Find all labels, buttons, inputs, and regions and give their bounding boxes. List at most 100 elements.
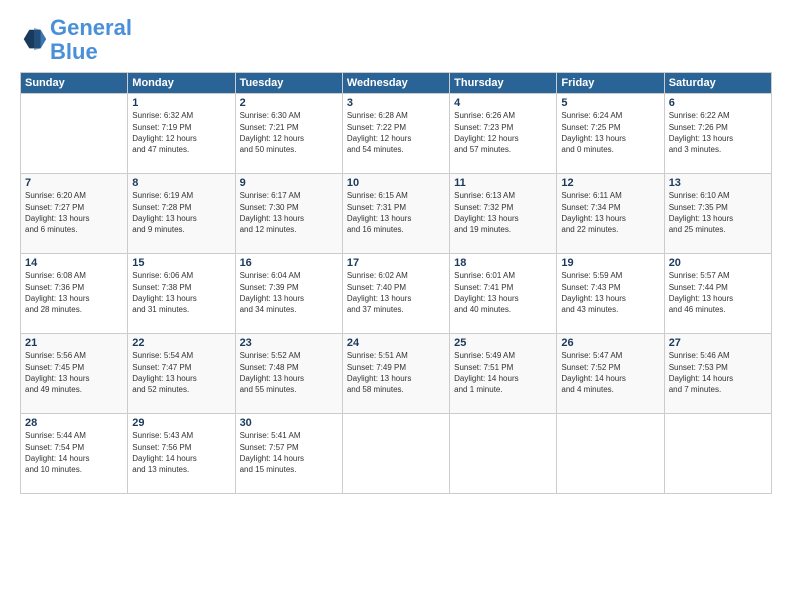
calendar-cell: 13Sunrise: 6:10 AM Sunset: 7:35 PM Dayli… <box>664 174 771 254</box>
calendar-cell: 18Sunrise: 6:01 AM Sunset: 7:41 PM Dayli… <box>450 254 557 334</box>
day-info: Sunrise: 5:54 AM Sunset: 7:47 PM Dayligh… <box>132 350 230 395</box>
calendar-cell: 2Sunrise: 6:30 AM Sunset: 7:21 PM Daylig… <box>235 94 342 174</box>
calendar-cell: 24Sunrise: 5:51 AM Sunset: 7:49 PM Dayli… <box>342 334 449 414</box>
day-number: 24 <box>347 337 445 349</box>
calendar-cell: 1Sunrise: 6:32 AM Sunset: 7:19 PM Daylig… <box>128 94 235 174</box>
day-number: 5 <box>561 97 659 109</box>
weekday-header-tuesday: Tuesday <box>235 73 342 94</box>
weekday-header-saturday: Saturday <box>664 73 771 94</box>
day-number: 27 <box>669 337 767 349</box>
weekday-header-monday: Monday <box>128 73 235 94</box>
calendar-cell: 5Sunrise: 6:24 AM Sunset: 7:25 PM Daylig… <box>557 94 664 174</box>
calendar-cell: 27Sunrise: 5:46 AM Sunset: 7:53 PM Dayli… <box>664 334 771 414</box>
logo-subtext: Blue <box>50 40 132 64</box>
day-info: Sunrise: 6:15 AM Sunset: 7:31 PM Dayligh… <box>347 190 445 235</box>
calendar-cell: 11Sunrise: 6:13 AM Sunset: 7:32 PM Dayli… <box>450 174 557 254</box>
day-info: Sunrise: 5:43 AM Sunset: 7:56 PM Dayligh… <box>132 430 230 475</box>
calendar-cell: 17Sunrise: 6:02 AM Sunset: 7:40 PM Dayli… <box>342 254 449 334</box>
calendar-week-3: 14Sunrise: 6:08 AM Sunset: 7:36 PM Dayli… <box>21 254 772 334</box>
day-info: Sunrise: 6:06 AM Sunset: 7:38 PM Dayligh… <box>132 270 230 315</box>
calendar-cell: 29Sunrise: 5:43 AM Sunset: 7:56 PM Dayli… <box>128 414 235 494</box>
calendar-cell <box>664 414 771 494</box>
calendar-cell: 16Sunrise: 6:04 AM Sunset: 7:39 PM Dayli… <box>235 254 342 334</box>
calendar-week-5: 28Sunrise: 5:44 AM Sunset: 7:54 PM Dayli… <box>21 414 772 494</box>
logo-icon <box>20 26 48 54</box>
weekday-header-thursday: Thursday <box>450 73 557 94</box>
day-info: Sunrise: 6:26 AM Sunset: 7:23 PM Dayligh… <box>454 110 552 155</box>
calendar-week-2: 7Sunrise: 6:20 AM Sunset: 7:27 PM Daylig… <box>21 174 772 254</box>
calendar-cell: 28Sunrise: 5:44 AM Sunset: 7:54 PM Dayli… <box>21 414 128 494</box>
day-number: 9 <box>240 177 338 189</box>
day-info: Sunrise: 6:08 AM Sunset: 7:36 PM Dayligh… <box>25 270 123 315</box>
day-info: Sunrise: 6:20 AM Sunset: 7:27 PM Dayligh… <box>25 190 123 235</box>
day-number: 28 <box>25 417 123 429</box>
day-info: Sunrise: 5:51 AM Sunset: 7:49 PM Dayligh… <box>347 350 445 395</box>
calendar-cell: 6Sunrise: 6:22 AM Sunset: 7:26 PM Daylig… <box>664 94 771 174</box>
day-number: 4 <box>454 97 552 109</box>
day-number: 10 <box>347 177 445 189</box>
calendar-cell: 12Sunrise: 6:11 AM Sunset: 7:34 PM Dayli… <box>557 174 664 254</box>
day-info: Sunrise: 6:22 AM Sunset: 7:26 PM Dayligh… <box>669 110 767 155</box>
calendar-header-row: SundayMondayTuesdayWednesdayThursdayFrid… <box>21 73 772 94</box>
calendar-body: 1Sunrise: 6:32 AM Sunset: 7:19 PM Daylig… <box>21 94 772 494</box>
day-number: 16 <box>240 257 338 269</box>
day-info: Sunrise: 5:57 AM Sunset: 7:44 PM Dayligh… <box>669 270 767 315</box>
day-number: 11 <box>454 177 552 189</box>
day-info: Sunrise: 6:30 AM Sunset: 7:21 PM Dayligh… <box>240 110 338 155</box>
day-info: Sunrise: 6:17 AM Sunset: 7:30 PM Dayligh… <box>240 190 338 235</box>
day-number: 8 <box>132 177 230 189</box>
day-number: 21 <box>25 337 123 349</box>
calendar-week-1: 1Sunrise: 6:32 AM Sunset: 7:19 PM Daylig… <box>21 94 772 174</box>
calendar-cell <box>342 414 449 494</box>
calendar-cell: 25Sunrise: 5:49 AM Sunset: 7:51 PM Dayli… <box>450 334 557 414</box>
calendar-cell: 10Sunrise: 6:15 AM Sunset: 7:31 PM Dayli… <box>342 174 449 254</box>
calendar-cell <box>450 414 557 494</box>
logo-text: General <box>50 16 132 40</box>
calendar-cell: 4Sunrise: 6:26 AM Sunset: 7:23 PM Daylig… <box>450 94 557 174</box>
day-number: 29 <box>132 417 230 429</box>
calendar-cell <box>21 94 128 174</box>
day-info: Sunrise: 6:13 AM Sunset: 7:32 PM Dayligh… <box>454 190 552 235</box>
calendar-cell <box>557 414 664 494</box>
day-number: 14 <box>25 257 123 269</box>
day-info: Sunrise: 6:19 AM Sunset: 7:28 PM Dayligh… <box>132 190 230 235</box>
day-number: 15 <box>132 257 230 269</box>
day-number: 26 <box>561 337 659 349</box>
day-info: Sunrise: 6:04 AM Sunset: 7:39 PM Dayligh… <box>240 270 338 315</box>
calendar-cell: 30Sunrise: 5:41 AM Sunset: 7:57 PM Dayli… <box>235 414 342 494</box>
day-number: 17 <box>347 257 445 269</box>
day-info: Sunrise: 6:32 AM Sunset: 7:19 PM Dayligh… <box>132 110 230 155</box>
day-info: Sunrise: 5:44 AM Sunset: 7:54 PM Dayligh… <box>25 430 123 475</box>
day-info: Sunrise: 6:02 AM Sunset: 7:40 PM Dayligh… <box>347 270 445 315</box>
weekday-header-friday: Friday <box>557 73 664 94</box>
calendar-cell: 15Sunrise: 6:06 AM Sunset: 7:38 PM Dayli… <box>128 254 235 334</box>
day-info: Sunrise: 5:52 AM Sunset: 7:48 PM Dayligh… <box>240 350 338 395</box>
calendar-cell: 23Sunrise: 5:52 AM Sunset: 7:48 PM Dayli… <box>235 334 342 414</box>
day-number: 1 <box>132 97 230 109</box>
calendar-cell: 14Sunrise: 6:08 AM Sunset: 7:36 PM Dayli… <box>21 254 128 334</box>
day-info: Sunrise: 6:01 AM Sunset: 7:41 PM Dayligh… <box>454 270 552 315</box>
day-number: 6 <box>669 97 767 109</box>
calendar-table: SundayMondayTuesdayWednesdayThursdayFrid… <box>20 72 772 494</box>
weekday-header-sunday: Sunday <box>21 73 128 94</box>
day-info: Sunrise: 6:11 AM Sunset: 7:34 PM Dayligh… <box>561 190 659 235</box>
calendar-cell: 7Sunrise: 6:20 AM Sunset: 7:27 PM Daylig… <box>21 174 128 254</box>
day-info: Sunrise: 6:28 AM Sunset: 7:22 PM Dayligh… <box>347 110 445 155</box>
day-number: 19 <box>561 257 659 269</box>
day-info: Sunrise: 5:46 AM Sunset: 7:53 PM Dayligh… <box>669 350 767 395</box>
calendar-cell: 26Sunrise: 5:47 AM Sunset: 7:52 PM Dayli… <box>557 334 664 414</box>
day-number: 20 <box>669 257 767 269</box>
calendar-week-4: 21Sunrise: 5:56 AM Sunset: 7:45 PM Dayli… <box>21 334 772 414</box>
calendar-cell: 8Sunrise: 6:19 AM Sunset: 7:28 PM Daylig… <box>128 174 235 254</box>
day-info: Sunrise: 5:56 AM Sunset: 7:45 PM Dayligh… <box>25 350 123 395</box>
day-info: Sunrise: 6:10 AM Sunset: 7:35 PM Dayligh… <box>669 190 767 235</box>
day-number: 12 <box>561 177 659 189</box>
day-info: Sunrise: 5:47 AM Sunset: 7:52 PM Dayligh… <box>561 350 659 395</box>
calendar-cell: 22Sunrise: 5:54 AM Sunset: 7:47 PM Dayli… <box>128 334 235 414</box>
day-number: 13 <box>669 177 767 189</box>
day-info: Sunrise: 5:59 AM Sunset: 7:43 PM Dayligh… <box>561 270 659 315</box>
day-info: Sunrise: 5:49 AM Sunset: 7:51 PM Dayligh… <box>454 350 552 395</box>
calendar-cell: 21Sunrise: 5:56 AM Sunset: 7:45 PM Dayli… <box>21 334 128 414</box>
day-number: 18 <box>454 257 552 269</box>
day-number: 23 <box>240 337 338 349</box>
